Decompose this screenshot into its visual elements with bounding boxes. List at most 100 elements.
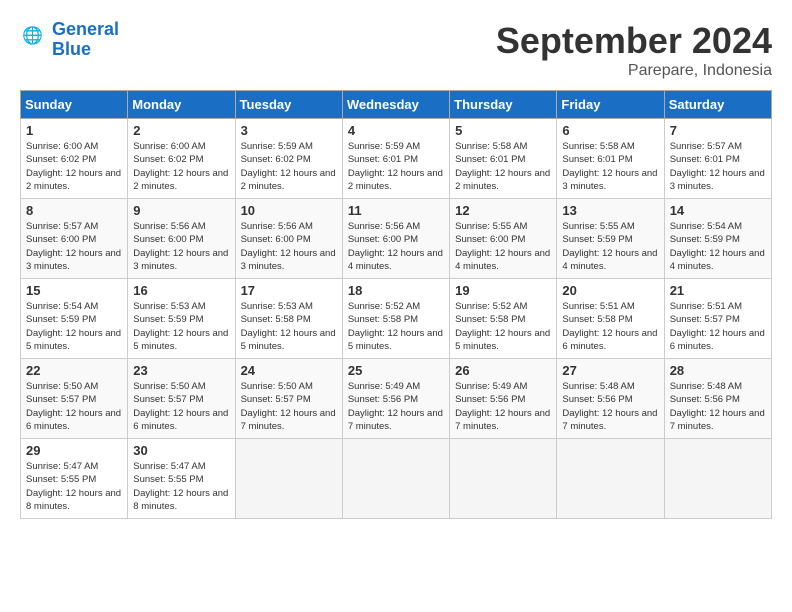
calendar-day-cell: 4 Sunrise: 5:59 AM Sunset: 6:01 PM Dayli… xyxy=(342,119,449,199)
sunrise: Sunrise: 5:59 AM xyxy=(241,140,337,153)
day-info: Sunrise: 5:58 AM Sunset: 6:01 PM Dayligh… xyxy=(562,140,658,193)
day-number: 28 xyxy=(670,363,766,378)
sunrise: Sunrise: 5:50 AM xyxy=(26,380,122,393)
day-info: Sunrise: 5:50 AM Sunset: 5:57 PM Dayligh… xyxy=(26,380,122,433)
header-monday: Monday xyxy=(128,91,235,119)
sunrise: Sunrise: 5:49 AM xyxy=(348,380,444,393)
day-number: 20 xyxy=(562,283,658,298)
daylight: Daylight: 12 hours and 7 minutes. xyxy=(241,407,337,434)
calendar-day-cell: 30 Sunrise: 5:47 AM Sunset: 5:55 PM Dayl… xyxy=(128,439,235,519)
sunrise: Sunrise: 5:58 AM xyxy=(455,140,551,153)
calendar-day-cell: 27 Sunrise: 5:48 AM Sunset: 5:56 PM Dayl… xyxy=(557,359,664,439)
daylight: Daylight: 12 hours and 8 minutes. xyxy=(133,487,229,514)
sunrise: Sunrise: 5:48 AM xyxy=(562,380,658,393)
day-number: 10 xyxy=(241,203,337,218)
day-number: 15 xyxy=(26,283,122,298)
day-info: Sunrise: 6:00 AM Sunset: 6:02 PM Dayligh… xyxy=(26,140,122,193)
calendar-week-row: 22 Sunrise: 5:50 AM Sunset: 5:57 PM Dayl… xyxy=(21,359,772,439)
day-info: Sunrise: 5:49 AM Sunset: 5:56 PM Dayligh… xyxy=(348,380,444,433)
sunset: Sunset: 5:57 PM xyxy=(26,393,122,406)
calendar-table: SundayMondayTuesdayWednesdayThursdayFrid… xyxy=(20,90,772,519)
daylight: Daylight: 12 hours and 7 minutes. xyxy=(562,407,658,434)
sunrise: Sunrise: 5:48 AM xyxy=(670,380,766,393)
calendar-day-cell: 24 Sunrise: 5:50 AM Sunset: 5:57 PM Dayl… xyxy=(235,359,342,439)
daylight: Daylight: 12 hours and 2 minutes. xyxy=(455,167,551,194)
sunset: Sunset: 6:01 PM xyxy=(348,153,444,166)
sunrise: Sunrise: 5:47 AM xyxy=(133,460,229,473)
sunset: Sunset: 6:00 PM xyxy=(133,233,229,246)
daylight: Daylight: 12 hours and 2 minutes. xyxy=(241,167,337,194)
calendar-day-cell xyxy=(450,439,557,519)
day-info: Sunrise: 5:51 AM Sunset: 5:57 PM Dayligh… xyxy=(670,300,766,353)
daylight: Daylight: 12 hours and 3 minutes. xyxy=(241,247,337,274)
daylight: Daylight: 12 hours and 7 minutes. xyxy=(348,407,444,434)
daylight: Daylight: 12 hours and 5 minutes. xyxy=(455,327,551,354)
calendar-day-cell: 1 Sunrise: 6:00 AM Sunset: 6:02 PM Dayli… xyxy=(21,119,128,199)
day-number: 16 xyxy=(133,283,229,298)
calendar-day-cell: 12 Sunrise: 5:55 AM Sunset: 6:00 PM Dayl… xyxy=(450,199,557,279)
sunrise: Sunrise: 5:56 AM xyxy=(348,220,444,233)
header-friday: Friday xyxy=(557,91,664,119)
daylight: Daylight: 12 hours and 2 minutes. xyxy=(348,167,444,194)
calendar-day-cell: 29 Sunrise: 5:47 AM Sunset: 5:55 PM Dayl… xyxy=(21,439,128,519)
day-info: Sunrise: 5:54 AM Sunset: 5:59 PM Dayligh… xyxy=(26,300,122,353)
day-info: Sunrise: 5:48 AM Sunset: 5:56 PM Dayligh… xyxy=(562,380,658,433)
sunrise: Sunrise: 5:57 AM xyxy=(670,140,766,153)
day-number: 23 xyxy=(133,363,229,378)
sunrise: Sunrise: 5:55 AM xyxy=(455,220,551,233)
day-info: Sunrise: 5:53 AM Sunset: 5:59 PM Dayligh… xyxy=(133,300,229,353)
daylight: Daylight: 12 hours and 5 minutes. xyxy=(26,327,122,354)
day-number: 18 xyxy=(348,283,444,298)
day-number: 3 xyxy=(241,123,337,138)
day-info: Sunrise: 5:57 AM Sunset: 6:01 PM Dayligh… xyxy=(670,140,766,193)
sunrise: Sunrise: 6:00 AM xyxy=(133,140,229,153)
day-number: 9 xyxy=(133,203,229,218)
sunset: Sunset: 5:58 PM xyxy=(455,313,551,326)
daylight: Daylight: 12 hours and 5 minutes. xyxy=(133,327,229,354)
sunset: Sunset: 6:01 PM xyxy=(455,153,551,166)
sunset: Sunset: 5:58 PM xyxy=(348,313,444,326)
day-number: 11 xyxy=(348,203,444,218)
calendar-day-cell: 9 Sunrise: 5:56 AM Sunset: 6:00 PM Dayli… xyxy=(128,199,235,279)
header-thursday: Thursday xyxy=(450,91,557,119)
day-number: 5 xyxy=(455,123,551,138)
calendar-day-cell: 5 Sunrise: 5:58 AM Sunset: 6:01 PM Dayli… xyxy=(450,119,557,199)
sunrise: Sunrise: 5:53 AM xyxy=(133,300,229,313)
day-number: 26 xyxy=(455,363,551,378)
sunset: Sunset: 5:59 PM xyxy=(133,313,229,326)
day-number: 24 xyxy=(241,363,337,378)
calendar-day-cell xyxy=(664,439,771,519)
day-info: Sunrise: 5:58 AM Sunset: 6:01 PM Dayligh… xyxy=(455,140,551,193)
day-info: Sunrise: 5:49 AM Sunset: 5:56 PM Dayligh… xyxy=(455,380,551,433)
sunset: Sunset: 5:59 PM xyxy=(670,233,766,246)
logo-icon: 🌐 xyxy=(22,22,52,52)
calendar-day-cell xyxy=(342,439,449,519)
calendar-day-cell: 25 Sunrise: 5:49 AM Sunset: 5:56 PM Dayl… xyxy=(342,359,449,439)
day-number: 14 xyxy=(670,203,766,218)
day-info: Sunrise: 5:50 AM Sunset: 5:57 PM Dayligh… xyxy=(133,380,229,433)
day-number: 13 xyxy=(562,203,658,218)
sunset: Sunset: 6:01 PM xyxy=(562,153,658,166)
daylight: Daylight: 12 hours and 4 minutes. xyxy=(455,247,551,274)
sunset: Sunset: 6:00 PM xyxy=(241,233,337,246)
day-info: Sunrise: 5:52 AM Sunset: 5:58 PM Dayligh… xyxy=(455,300,551,353)
sunrise: Sunrise: 5:51 AM xyxy=(562,300,658,313)
calendar-day-cell: 28 Sunrise: 5:48 AM Sunset: 5:56 PM Dayl… xyxy=(664,359,771,439)
header-sunday: Sunday xyxy=(21,91,128,119)
logo: 🌐 General Blue xyxy=(20,20,119,60)
sunrise: Sunrise: 5:59 AM xyxy=(348,140,444,153)
sunrise: Sunrise: 5:52 AM xyxy=(455,300,551,313)
day-number: 21 xyxy=(670,283,766,298)
svg-text:🌐: 🌐 xyxy=(22,25,43,45)
daylight: Daylight: 12 hours and 3 minutes. xyxy=(562,167,658,194)
day-info: Sunrise: 5:59 AM Sunset: 6:01 PM Dayligh… xyxy=(348,140,444,193)
header-saturday: Saturday xyxy=(664,91,771,119)
sunset: Sunset: 5:56 PM xyxy=(348,393,444,406)
day-number: 2 xyxy=(133,123,229,138)
calendar-day-cell: 11 Sunrise: 5:56 AM Sunset: 6:00 PM Dayl… xyxy=(342,199,449,279)
day-info: Sunrise: 5:55 AM Sunset: 5:59 PM Dayligh… xyxy=(562,220,658,273)
daylight: Daylight: 12 hours and 6 minutes. xyxy=(670,327,766,354)
sunset: Sunset: 5:57 PM xyxy=(241,393,337,406)
sunset: Sunset: 6:00 PM xyxy=(26,233,122,246)
day-info: Sunrise: 5:55 AM Sunset: 6:00 PM Dayligh… xyxy=(455,220,551,273)
